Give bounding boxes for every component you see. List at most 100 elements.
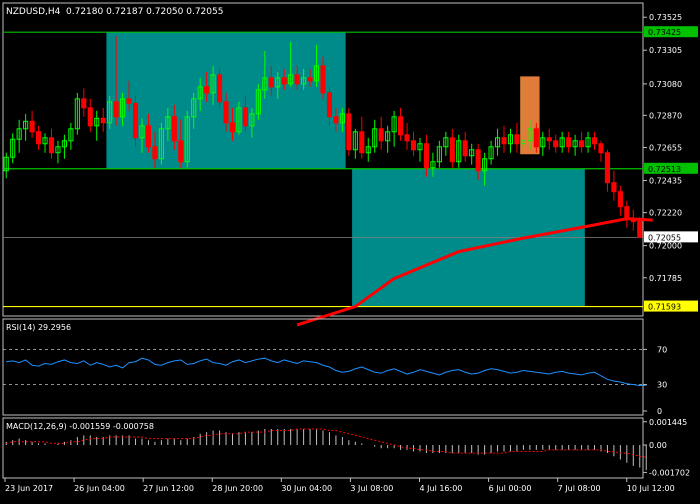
candle <box>417 137 423 162</box>
rsi-tick-label: 30 <box>657 381 667 390</box>
candle <box>507 128 514 153</box>
candle-body <box>35 131 42 145</box>
candle-body <box>320 65 326 94</box>
candle <box>540 131 546 156</box>
candle <box>617 185 623 216</box>
candle-body <box>566 137 572 148</box>
candle-body <box>307 77 313 82</box>
candle <box>591 131 598 150</box>
candle-body <box>100 117 106 124</box>
y-tick-label: 0.72435 <box>649 176 682 185</box>
candle <box>3 152 9 179</box>
candle <box>94 110 100 141</box>
candle-body <box>29 120 35 133</box>
x-tick-label: 3 Jul 08:00 <box>350 484 393 493</box>
rsi-tick-label: 0 <box>657 407 662 416</box>
chart-canvas: 0.73525 0.73305 0.73080 0.72870 0.72655 0.724… <box>2 2 698 493</box>
candle-body <box>637 218 643 238</box>
candle <box>559 131 565 153</box>
y-tick-label: 0.73525 <box>649 13 682 22</box>
candle <box>398 107 404 141</box>
candle <box>61 134 67 159</box>
candle <box>81 88 87 117</box>
candle-body <box>145 125 152 148</box>
candle-body <box>132 102 139 139</box>
candle <box>48 128 55 159</box>
candle-body <box>591 137 598 145</box>
candle <box>604 149 611 192</box>
candle <box>378 116 384 150</box>
candle <box>624 200 630 228</box>
candle-body <box>281 77 287 85</box>
candle-body <box>242 107 248 127</box>
rsi-pane[interactable]: RSI(14) 29.2956 70 30 0 <box>2 318 667 416</box>
candle <box>372 119 378 153</box>
candle-body <box>624 206 630 220</box>
candle-body <box>462 140 468 157</box>
candle <box>385 125 391 153</box>
candle-body <box>223 101 229 124</box>
macd-tick-label: 0.00 <box>649 441 667 450</box>
candle <box>553 134 559 153</box>
candle-body <box>553 140 559 148</box>
macd-pane[interactable]: MACD(12,26,9) -0.001559 -0.000758 0.00144… <box>2 417 690 479</box>
candle-body <box>152 146 158 160</box>
candle-body <box>611 182 617 193</box>
candle <box>87 98 93 132</box>
candle-body <box>617 191 623 208</box>
y-tick-label: 0.72220 <box>649 209 682 218</box>
candle-body <box>268 77 274 88</box>
price-pane[interactable]: 0.73525 0.73305 0.73080 0.72870 0.72655 0.724… <box>2 2 698 327</box>
candle <box>404 122 410 150</box>
x-tick-label: 26 Jun 04:00 <box>74 484 125 493</box>
candle-body <box>87 107 93 127</box>
candle-body <box>404 134 410 142</box>
candle-body <box>546 137 552 142</box>
candle <box>514 122 520 153</box>
candle <box>68 122 74 150</box>
candle <box>35 125 42 150</box>
ohlc-readout: 0.72180 0.72187 0.72050 0.72055 <box>66 7 223 17</box>
candle <box>346 107 352 156</box>
candle-body <box>48 137 55 154</box>
x-tick-label: 27 Jun 12:00 <box>143 484 194 493</box>
y-tick-label: 0.72655 <box>649 144 682 153</box>
candle <box>55 140 61 164</box>
candle-body <box>216 74 223 103</box>
x-tick-label: 28 Jun 20:00 <box>212 484 263 493</box>
candle-body <box>126 98 132 104</box>
candle-body <box>204 86 210 94</box>
candle <box>579 131 585 153</box>
candle <box>469 143 475 165</box>
chart-window: 0.73525 0.73305 0.73080 0.72870 0.72655 0.724… <box>0 0 700 500</box>
pane-frame <box>2 318 644 416</box>
candle-body <box>346 113 352 151</box>
candle-body <box>229 122 236 133</box>
candle <box>23 113 29 141</box>
candle <box>216 68 223 108</box>
candle <box>74 92 80 135</box>
price-label-text: 0.72513 <box>648 165 681 174</box>
candle-body <box>294 74 300 85</box>
price-label-text: 0.71593 <box>648 303 681 312</box>
candle <box>359 116 365 159</box>
price-label-text: 0.73425 <box>648 28 681 37</box>
candle <box>29 110 35 138</box>
rsi-line <box>6 357 647 386</box>
candle <box>585 131 591 153</box>
candle <box>611 170 617 201</box>
x-tick-label: 4 Jul 16:00 <box>420 484 463 493</box>
candle-body <box>81 98 87 109</box>
candle <box>546 128 552 150</box>
candle-body <box>178 140 184 163</box>
macd-signal-line <box>6 428 647 458</box>
candle <box>443 131 449 156</box>
candle <box>566 131 572 153</box>
candle <box>16 119 22 153</box>
candle-body <box>398 116 404 136</box>
candle <box>488 140 494 165</box>
candle <box>598 140 604 162</box>
candle <box>410 131 417 156</box>
candle <box>572 134 578 156</box>
candle <box>456 134 462 168</box>
